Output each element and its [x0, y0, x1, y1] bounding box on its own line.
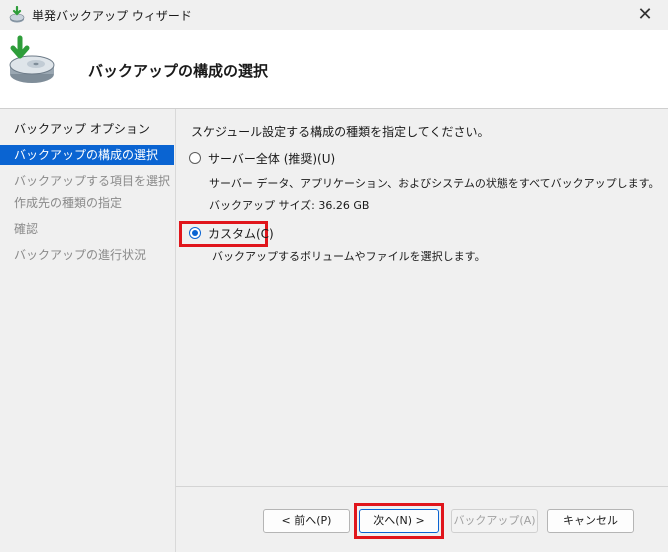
- wizard-footer: < 前へ(P) 次へ(N) > バックアップ(A) キャンセル: [175, 486, 668, 552]
- custom-radio[interactable]: [189, 227, 201, 239]
- custom-description: バックアップするボリュームやファイルを選択します。: [212, 250, 486, 263]
- back-button[interactable]: < 前へ(P): [263, 509, 350, 533]
- sidebar-item-select-items: バックアップする項目を選択: [14, 174, 171, 188]
- wizard-content: スケジュール設定する構成の種類を指定してください。 サーバー全体 (推奨)(U)…: [175, 109, 668, 486]
- sidebar-item-backup-configuration[interactable]: バックアップの構成の選択: [0, 145, 174, 165]
- backup-size-text: バックアップ サイズ: 36.26 GB: [209, 199, 370, 212]
- sidebar-item-backup-options[interactable]: バックアップ オプション: [0, 119, 174, 139]
- window-title: 単発バックアップ ウィザード: [32, 9, 192, 23]
- full-server-description: サーバー データ、アプリケーション、およびシステムの状態をすべてバックアップしま…: [209, 177, 660, 190]
- full-server-label[interactable]: サーバー全体 (推奨)(U): [208, 150, 335, 168]
- next-button[interactable]: 次へ(N) >: [359, 509, 439, 533]
- sidebar-item-destination-type: 作成先の種類の指定: [14, 196, 123, 210]
- wizard-header: バックアップの構成の選択: [0, 30, 668, 108]
- close-icon[interactable]: ✕: [622, 0, 668, 30]
- sidebar-item-confirmation: 確認: [14, 222, 39, 236]
- page-title: バックアップの構成の選択: [88, 62, 269, 80]
- custom-label[interactable]: カスタム(C): [208, 225, 274, 243]
- wizard-step-list: バックアップ オプション バックアップの構成の選択 バックアップする項目を選択 …: [0, 109, 174, 551]
- title-bar: 単発バックアップ ウィザード ✕: [0, 0, 668, 30]
- instruction-text: スケジュール設定する構成の種類を指定してください。: [191, 125, 490, 139]
- cancel-button[interactable]: キャンセル: [547, 509, 634, 533]
- backup-wizard-icon: [9, 6, 25, 23]
- backup-button: バックアップ(A): [451, 509, 538, 533]
- sidebar-item-progress: バックアップの進行状況: [14, 248, 147, 262]
- full-server-radio[interactable]: [189, 152, 201, 164]
- disk-backup-icon: [9, 35, 55, 83]
